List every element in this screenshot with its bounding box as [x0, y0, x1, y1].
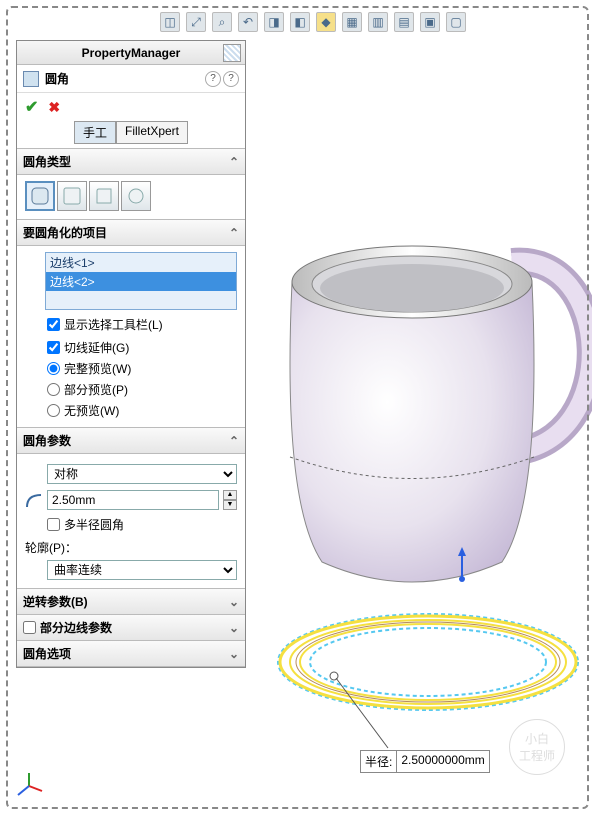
list-item[interactable]: 边线<1> [46, 253, 236, 272]
no-preview-radio[interactable] [47, 404, 60, 417]
chevron-down-icon: ⌄ [229, 621, 239, 635]
callout-leader [328, 670, 428, 760]
pm-header: PropertyManager [17, 41, 245, 65]
feature-name: 圆角 [45, 70, 69, 87]
face-fillet-icon[interactable] [89, 181, 119, 211]
spin-down-icon[interactable]: ▼ [223, 500, 237, 510]
edge-selection-list[interactable]: 边线<1> 边线<2> [45, 252, 237, 310]
apply-scene-icon[interactable]: ▤ [394, 12, 414, 32]
model-mug[interactable] [262, 82, 592, 602]
cancel-button[interactable]: ✖ [48, 99, 60, 116]
view-triad[interactable] [14, 771, 44, 801]
tangent-propagation-checkbox[interactable] [47, 341, 60, 354]
radius-input[interactable] [47, 490, 219, 510]
pm-title: PropertyManager [82, 46, 181, 60]
view-orient-icon[interactable]: ◧ [290, 12, 310, 32]
zoom-fit-icon[interactable]: ⤢ [186, 12, 206, 32]
chevron-down-icon: ⌄ [229, 595, 239, 609]
mode-tabs: 手工 FilletXpert [17, 121, 245, 144]
section-partial-edge[interactable]: 部分边线参数 ⌄ [17, 615, 245, 641]
zoom-area-icon[interactable]: ⌕ [212, 12, 232, 32]
variable-fillet-icon[interactable] [57, 181, 87, 211]
section-view-icon[interactable]: ◨ [264, 12, 284, 32]
chevron-up-icon: ⌃ [229, 434, 239, 448]
full-round-fillet-icon[interactable] [121, 181, 151, 211]
tab-filletxpert[interactable]: FilletXpert [116, 121, 188, 144]
edit-appearance-icon[interactable]: ▥ [368, 12, 388, 32]
watermark-logo: 小白 工程师 [509, 719, 565, 775]
confirm-row: ✔ ✖ [17, 93, 245, 121]
help-icon[interactable]: ? [205, 71, 221, 87]
radius-callout[interactable]: 半径: 2.50000000mm [360, 750, 490, 773]
partial-edge-checkbox[interactable] [23, 621, 36, 634]
feature-title-row: 圆角 ? ? [17, 65, 245, 93]
partial-preview-radio[interactable] [47, 383, 60, 396]
view-plane-icon[interactable]: ◫ [160, 12, 180, 32]
show-selection-toolbar-checkbox[interactable] [47, 318, 60, 331]
prev-view-icon[interactable]: ↶ [238, 12, 258, 32]
callout-label: 半径: [361, 751, 397, 772]
section-fillet-params[interactable]: 圆角参数 ⌃ [17, 427, 245, 454]
view-settings-icon[interactable]: ▣ [420, 12, 440, 32]
profile-label: 轮廓(P)： [25, 539, 237, 556]
section-fillet-options[interactable]: 圆角选项 ⌄ [17, 641, 245, 667]
fillet-type-icons [25, 181, 237, 211]
section-reverse-params[interactable]: 逆转参数(B) ⌄ [17, 588, 245, 615]
constant-fillet-icon[interactable] [25, 181, 55, 211]
tab-manual[interactable]: 手工 [74, 121, 116, 144]
section-fillet-type[interactable]: 圆角类型 ⌃ [17, 148, 245, 175]
multi-radius-checkbox[interactable] [47, 518, 60, 531]
callout-value[interactable]: 2.50000000mm [397, 751, 488, 772]
profile-select[interactable]: 曲率连续 [47, 560, 237, 580]
chevron-up-icon: ⌃ [229, 226, 239, 240]
help-dropdown-icon[interactable]: ? [223, 71, 239, 87]
pin-icon[interactable] [223, 44, 241, 62]
display-style-icon[interactable]: ◆ [316, 12, 336, 32]
section-items-to-fillet[interactable]: 要圆角化的项目 ⌃ [17, 219, 245, 246]
view-extra-icon[interactable]: ▢ [446, 12, 466, 32]
property-manager-panel: PropertyManager 圆角 ? ? ✔ ✖ 手工 FilletXper… [16, 40, 246, 668]
fillet-feature-icon [23, 71, 39, 87]
chevron-up-icon: ⌃ [229, 155, 239, 169]
selection-filter-icon[interactable] [25, 252, 41, 268]
ok-button[interactable]: ✔ [25, 97, 38, 117]
full-preview-radio[interactable] [47, 362, 60, 375]
radius-icon [25, 491, 43, 509]
hide-show-icon[interactable]: ▦ [342, 12, 362, 32]
list-item[interactable]: 边线<2> [46, 272, 236, 291]
symmetric-select[interactable]: 对称 [47, 464, 237, 484]
fillet-preview-disc [268, 592, 588, 732]
heads-up-toolbar: ◫ ⤢ ⌕ ↶ ◨ ◧ ◆ ▦ ▥ ▤ ▣ ▢ [160, 12, 466, 32]
chevron-down-icon: ⌄ [229, 647, 239, 661]
spin-up-icon[interactable]: ▲ [223, 490, 237, 500]
